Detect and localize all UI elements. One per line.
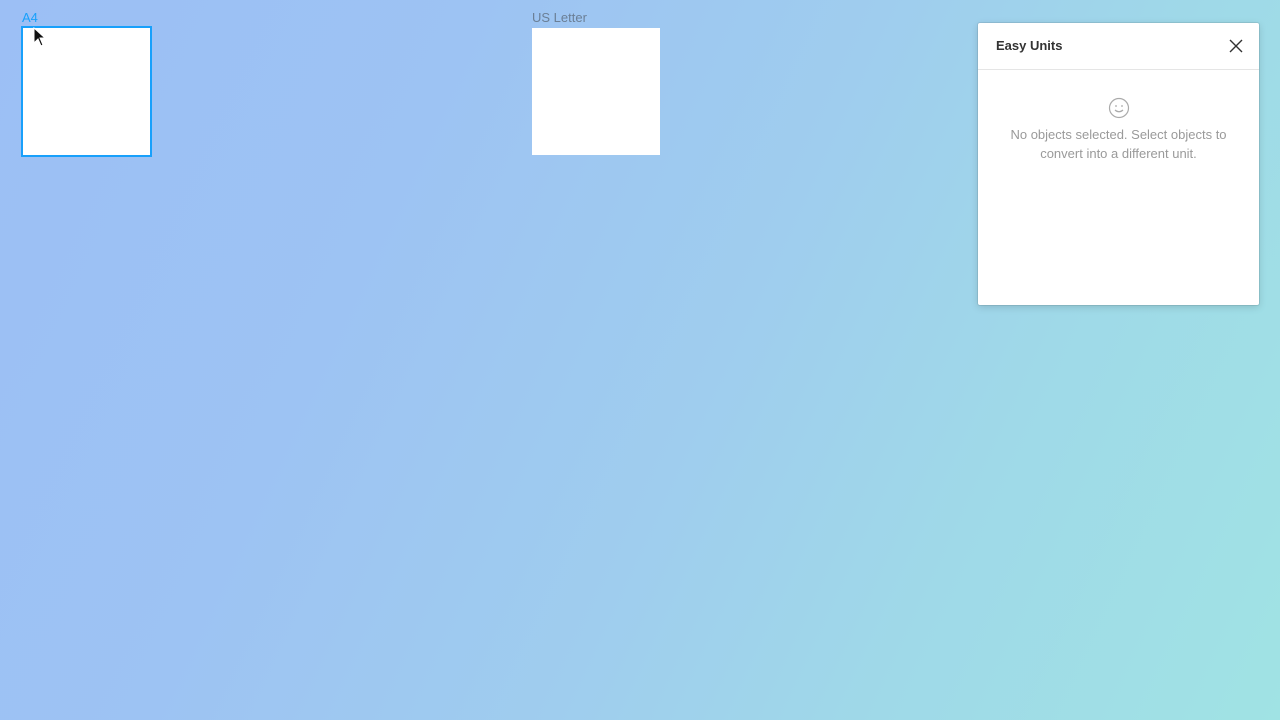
close-button[interactable] [1225, 35, 1247, 57]
mouse-cursor-icon [33, 27, 47, 47]
smile-icon [1108, 97, 1129, 119]
close-icon [1229, 39, 1243, 53]
frame-us-letter[interactable] [532, 28, 660, 155]
empty-message: No objects selected. Select objects to c… [1010, 127, 1227, 161]
empty-state: No objects selected. Select objects to c… [978, 97, 1259, 163]
panel-title: Easy Units [996, 38, 1063, 53]
easy-units-plugin-panel: Easy Units No objects selected. Select o… [978, 23, 1259, 305]
frame-label-us-letter[interactable]: US Letter [532, 10, 587, 26]
frame-label-a4[interactable]: A4 [22, 10, 38, 26]
panel-header: Easy Units [978, 23, 1259, 70]
